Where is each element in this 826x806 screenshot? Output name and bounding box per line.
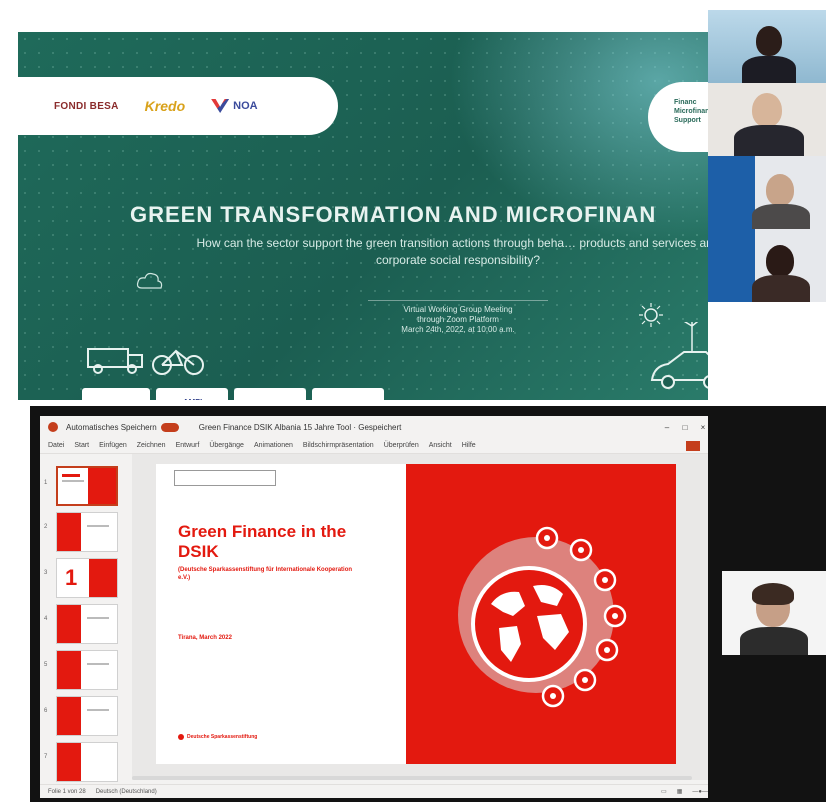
thumb-big-number: 1 [65, 565, 78, 590]
slide-thumbnail-2[interactable] [56, 512, 118, 552]
partner-logo-bar: AMFI [82, 388, 384, 400]
pill-line-1: Financ [674, 99, 697, 106]
logo-noa-text: NOA [233, 100, 258, 112]
tab-review[interactable]: Überprüfen [384, 442, 419, 449]
participant-3-head [766, 174, 794, 206]
slide-title[interactable]: Green Finance in the DSIK [178, 522, 378, 562]
participant-2-body [734, 125, 804, 156]
slide-textbox-placeholder[interactable] [174, 470, 276, 486]
slide-thumbnail-pane: 1 2 3 1 4 5 6 7 [40, 454, 130, 784]
tab-home[interactable]: Start [74, 442, 89, 449]
slide-thumbnail-7[interactable] [56, 742, 118, 782]
participant-video-4[interactable] [708, 229, 826, 302]
presenter-hair [752, 583, 794, 605]
tab-file[interactable]: Datei [48, 442, 64, 449]
slide-counter: Folie 1 von 28 [48, 788, 86, 795]
thumb-number: 1 [44, 480, 48, 486]
slide-date[interactable]: Tirana, March 2022 [178, 635, 232, 641]
participant-4-head [766, 245, 794, 277]
slide-thumbnail-5[interactable] [56, 650, 118, 690]
meeting-info: Virtual Working Group Meeting through Zo… [368, 300, 548, 335]
partner-logo-1 [82, 388, 150, 400]
meeting-line-3: March 24th, 2022, at 10:00 a.m. [401, 325, 515, 334]
tab-insert[interactable]: Einfügen [99, 442, 127, 449]
participant-1-body [742, 56, 796, 83]
bottom-screen-share-panel: Automatisches Speichern Green Finance DS… [30, 406, 826, 802]
slide-title: GREEN TRANSFORMATION AND MICROFINAN [130, 202, 657, 227]
slide-subtitle[interactable]: (Deutsche Sparkassenstiftung für Interna… [178, 566, 358, 582]
participant-1-head [756, 26, 782, 56]
participant-video-1[interactable] [708, 10, 826, 83]
thumb-number: 6 [44, 708, 48, 714]
participant-video-2[interactable] [708, 83, 826, 156]
slide-footer-logo: Deutsche Sparkassenstiftung [178, 734, 257, 740]
tab-view[interactable]: Ansicht [429, 442, 452, 449]
meeting-line-2: through Zoom Platform [417, 315, 499, 324]
slide-thumbnail-1[interactable] [56, 466, 118, 506]
sparkasse-logo-icon [178, 734, 184, 740]
tab-animations[interactable]: Animationen [254, 442, 293, 449]
slide-thumbnail-4[interactable] [56, 604, 118, 644]
top-meeting-panel: FONDI BESA Kredo NOA Financ Microfinanc … [18, 10, 826, 400]
presenter-video[interactable] [722, 571, 826, 655]
partner-logo-4 [312, 388, 384, 400]
maximize-icon[interactable]: □ [680, 423, 690, 432]
ribbon-tabs: Datei Start Einfügen Zeichnen Entwurf Üb… [40, 438, 708, 454]
powerpoint-window: Automatisches Speichern Green Finance DS… [40, 416, 708, 798]
notes-button[interactable]: ▭ [661, 788, 667, 795]
logo-fondi-besa: FONDI BESA [54, 100, 119, 112]
shared-slide-green-transformation: FONDI BESA Kredo NOA Financ Microfinanc … [18, 32, 708, 400]
tab-help[interactable]: Hilfe [462, 442, 476, 449]
globe-network-icon [458, 526, 627, 708]
document-name[interactable]: Green Finance DSIK Albania 15 Jahre Tool… [199, 423, 402, 432]
logo-kredo: Kredo [144, 98, 186, 114]
close-icon[interactable]: × [698, 423, 708, 432]
pill-line-2: Microfinanc [674, 108, 708, 115]
tab-transitions[interactable]: Übergänge [209, 442, 244, 449]
thumb-number: 5 [44, 662, 48, 668]
current-slide[interactable]: Green Finance in the DSIK (Deutsche Spar… [156, 464, 676, 764]
tab-design[interactable]: Entwurf [176, 442, 200, 449]
autosave-control[interactable]: Automatisches Speichern [66, 422, 179, 432]
sponsor-logo-strip: FONDI BESA Kredo NOA [18, 77, 338, 135]
tab-draw[interactable]: Zeichnen [137, 442, 166, 449]
truck-bicycle-icon [87, 348, 204, 375]
powerpoint-app-icon [48, 422, 58, 432]
ppt-title-bar: Automatisches Speichern Green Finance DS… [40, 416, 708, 438]
participant-4-body [752, 275, 810, 302]
slide-footer-text: Deutsche Sparkassenstiftung [187, 734, 258, 740]
participant-video-column [708, 10, 826, 310]
slide-thumbnail-3[interactable]: 1 [56, 558, 118, 598]
thumb-number: 3 [44, 570, 48, 576]
logo-noa: NOA [211, 99, 258, 113]
tab-slideshow[interactable]: Bildschirmpräsentation [303, 442, 374, 449]
presenter-body [740, 627, 808, 655]
partner-logo-amfi: AMFI [156, 388, 228, 400]
minimize-icon[interactable]: – [662, 423, 672, 432]
thumb-number: 7 [44, 754, 48, 760]
language-indicator[interactable]: Deutsch (Deutschland) [96, 789, 157, 795]
cloud-icon [136, 272, 163, 289]
pill-line-3: Support [674, 117, 701, 124]
thumb-number: 4 [44, 616, 48, 622]
partner-logo-3 [234, 388, 306, 400]
participant-video-3[interactable] [708, 156, 826, 229]
zoom-slider[interactable]: —●— [692, 789, 708, 795]
share-button[interactable] [686, 440, 700, 451]
participant-3-body [752, 204, 810, 229]
noa-mark-icon [211, 99, 230, 113]
normal-view-icon[interactable]: ▦ [677, 788, 683, 795]
thumb-number: 2 [44, 524, 48, 530]
autosave-toggle[interactable] [160, 422, 179, 432]
ppt-status-bar: Folie 1 von 28 Deutsch (Deutschland) ▭ ▦… [40, 784, 708, 798]
autosave-label: Automatisches Speichern [66, 422, 157, 432]
meeting-line-1: Virtual Working Group Meeting [403, 305, 513, 314]
ev-car-wind-icon [650, 322, 708, 389]
participant-2-head [752, 93, 782, 127]
slide-subtitle: How can the sector support the green tra… [196, 236, 709, 267]
slide-editing-canvas[interactable]: Green Finance in the DSIK (Deutsche Spar… [132, 454, 708, 780]
slide-thumbnail-6[interactable] [56, 696, 118, 736]
horizontal-scrollbar[interactable] [132, 776, 692, 780]
